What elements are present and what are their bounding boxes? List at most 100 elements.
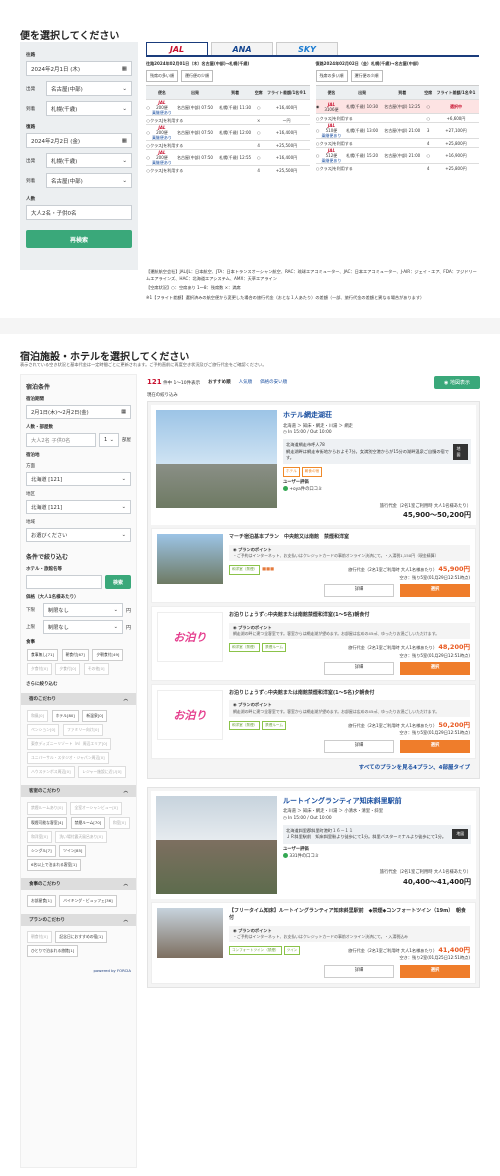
- filter-chip[interactable]: 全室オーシャンビュー[0]: [70, 802, 122, 815]
- tab-ana[interactable]: ANA: [211, 42, 273, 55]
- class-row[interactable]: ○ クラスJを利用する 4 +25,500円: [146, 140, 310, 150]
- transfer-link[interactable]: 乗継便あり: [152, 135, 172, 140]
- ret-arr-select[interactable]: 名古屋(中部) ⌄: [46, 173, 132, 188]
- sort-popular[interactable]: 人気順: [239, 379, 253, 385]
- hotel-name[interactable]: ホテル網走湖荘: [283, 410, 471, 421]
- hotel-name-input[interactable]: [26, 575, 102, 589]
- name-search-button[interactable]: 検索: [105, 575, 131, 589]
- sort-seats-button[interactable]: 残席の多い順: [146, 70, 178, 82]
- filter-chip[interactable]: ペンション[0]: [27, 724, 60, 737]
- review-count[interactable]: +oya件の口コミ: [289, 487, 322, 492]
- meal-chip[interactable]: その他[0]: [83, 663, 109, 676]
- transfer-link[interactable]: 乗継便あり: [321, 158, 341, 163]
- select-button[interactable]: 選択: [400, 661, 470, 675]
- accordion-meal[interactable]: 食事のこだわり ︿: [21, 877, 136, 890]
- hotel-people-field[interactable]: 大人2名 子供0名: [26, 433, 96, 447]
- meal-chip[interactable]: 朝食付[67]: [61, 649, 89, 662]
- filter-chip[interactable]: バイキング・ビュッフェ[36]: [59, 894, 117, 907]
- class-row[interactable]: ○ クラスJを利用する ○ +6,600円: [315, 113, 479, 123]
- sort-flights-button[interactable]: 運行便の少順: [181, 70, 213, 82]
- transfer-link[interactable]: 乗継便あり: [321, 133, 341, 138]
- meal-chip[interactable]: 夕朝食付[49]: [92, 649, 124, 662]
- filter-chip[interactable]: 喫煙可能な客室[4]: [27, 816, 67, 829]
- class-row[interactable]: ○ クラスJを利用する 4 +25,800円: [315, 138, 479, 148]
- people-field[interactable]: 大人2名・子供0名: [26, 205, 132, 220]
- filter-chip[interactable]: シングル[7]: [27, 844, 56, 857]
- filter-chip[interactable]: ハウステンボス周辺[0]: [27, 766, 75, 779]
- max-price-select[interactable]: 制限なし ⌄: [43, 620, 123, 634]
- return-date-field[interactable]: 2024年2月2日 (金) ▦: [26, 133, 132, 148]
- filter-chip[interactable]: ひとりで泊まれる旅館[1]: [27, 944, 79, 957]
- filter-chip[interactable]: 洗い場付露天風呂あり[0]: [55, 830, 107, 843]
- meal-chip[interactable]: 食事無し[71]: [27, 649, 58, 662]
- filter-chip[interactable]: ユニバーサル・スタジオ・ジャパン周辺[0]: [27, 752, 109, 765]
- flight-row[interactable]: ○ JAL 200便 乗継便あり 名古屋(中部) 07:50 札幌(千歳) 11:30 ○ +…: [146, 99, 310, 116]
- filter-chip[interactable]: 朝食付[0]: [27, 930, 52, 943]
- map-button[interactable]: 地図: [452, 829, 468, 840]
- map-button[interactable]: 地図: [452, 444, 468, 460]
- region-select[interactable]: 北海道 [121] ⌄: [26, 500, 131, 514]
- plan-title[interactable]: お泊りじょうず◇中央館または南館禁煙和洋室(1〜5名)夕朝食付: [229, 690, 470, 698]
- plan-title[interactable]: お泊りじょうず◇中央館または南館禁煙和洋室(1〜5名)朝食付: [229, 612, 470, 620]
- sort-cheapest[interactable]: 価格の安い順: [260, 379, 287, 385]
- sort-recommended[interactable]: おすすめ順: [208, 379, 231, 385]
- filter-chip[interactable]: ファミリー向け[0]: [62, 724, 103, 737]
- period-field[interactable]: 2月1日(木)〜2月2日(金) ▦: [26, 405, 131, 419]
- flight-row[interactable]: ○ JAL 200便 乗継便あり 名古屋(中部) 07:50 札幌(千歳) 12:55 ○ +…: [146, 149, 310, 166]
- detail-button[interactable]: 詳細: [324, 584, 394, 598]
- research-button[interactable]: 再検索: [26, 230, 132, 248]
- sort-seats-button[interactable]: 残席の多い順: [315, 70, 348, 82]
- filter-chip[interactable]: ホテル[80]: [51, 710, 79, 723]
- filter-chip[interactable]: 新温泉[0]: [82, 710, 108, 723]
- detail-button[interactable]: 詳細: [324, 964, 394, 978]
- meal-chip[interactable]: 夕食付[0]: [55, 663, 81, 676]
- sort-flights-button[interactable]: 運行便の少順: [350, 70, 383, 82]
- zone-select[interactable]: お選びください ⌄: [26, 528, 131, 542]
- direction-select[interactable]: 北海道 [121] ⌄: [26, 472, 131, 486]
- transfer-link[interactable]: 乗継便あり: [152, 110, 172, 115]
- filter-chip[interactable]: ツイン[85]: [59, 844, 87, 857]
- class-row[interactable]: ○ クラスJを利用する × ー円: [146, 115, 310, 125]
- accordion-plan[interactable]: プランのこだわり ︿: [21, 913, 136, 926]
- map-view-button[interactable]: ◉ 地図表示: [434, 375, 480, 389]
- all-plans-link[interactable]: すべてのプランを見る4プラン、4部屋タイプ: [151, 759, 476, 775]
- select-button[interactable]: 選択: [400, 739, 470, 753]
- hotel-name[interactable]: ルートイングランティア知床斜里駅前: [283, 796, 471, 807]
- outbound-date-field[interactable]: 2024年2月1日 (木) ▦: [26, 61, 132, 76]
- select-button[interactable]: 選択: [400, 584, 470, 598]
- flight-row[interactable]: ○ JAL 510便 乗継便あり 札幌(千歳) 13:00 名古屋(中部) 21:00 3 +…: [315, 122, 479, 139]
- accordion-inn[interactable]: 宿のこだわり ︿: [21, 693, 136, 706]
- tab-jal[interactable]: JAL: [146, 42, 208, 55]
- class-row[interactable]: ○ クラスJを利用する 4 +25,800円: [315, 163, 479, 173]
- plan-title[interactable]: マーチ宿泊基本プラン 中央館又は南館 禁煙和洋室: [229, 534, 470, 542]
- flight-row[interactable]: ○ JAL 512便 乗継便あり 札幌(千歳) 15:20 名古屋(中部) 21:00 ○ +…: [315, 147, 479, 164]
- filter-chip[interactable]: 禁煙ルームあり[0]: [27, 802, 67, 815]
- hotel-photo[interactable]: [156, 410, 277, 508]
- flight-row[interactable]: ○ JAL 200便 乗継便あり 名古屋(中部) 07:50 札幌(千歳) 12:00 ○ +…: [146, 124, 310, 141]
- out-arr-select[interactable]: 札幌(千歳) ⌄: [46, 101, 132, 116]
- select-button[interactable]: 選択: [400, 964, 470, 978]
- detail-button[interactable]: 詳細: [324, 661, 394, 675]
- class-row[interactable]: ○ クラスJを利用する 4 +25,500円: [146, 165, 310, 175]
- flight-row-selected[interactable]: ◉ JAL 3106便 札幌(千歳) 10:30 名古屋(中部) 12:25 ○ 選択中: [315, 99, 479, 114]
- rooms-select[interactable]: 1 ⌄: [99, 433, 119, 447]
- filter-chip[interactable]: レジャー施設に近い[0]: [78, 766, 126, 779]
- plan-title[interactable]: 【フリータイム知床】ルートイングランティア知床斜里駅前 ◆禁煙◆コンフォートツイ…: [229, 908, 470, 923]
- tab-sky[interactable]: SKY: [276, 42, 338, 55]
- detail-button[interactable]: 詳細: [324, 739, 394, 753]
- hotel-photo[interactable]: [156, 795, 277, 894]
- transfer-link[interactable]: 乗継便あり: [152, 160, 172, 165]
- filter-chip[interactable]: お部屋食[1]: [27, 894, 56, 907]
- review-count[interactable]: 331件の口コミ: [289, 854, 319, 859]
- filter-chip[interactable]: 記念日におすすめの宿[1]: [55, 930, 107, 943]
- filter-chip[interactable]: 和洋室[0]: [27, 830, 52, 843]
- out-dep-select[interactable]: 名古屋(中部) ⌄: [46, 81, 132, 96]
- min-price-select[interactable]: 制限なし ⌄: [43, 603, 123, 617]
- meal-chip[interactable]: 夕食付[0]: [27, 663, 52, 676]
- filter-chip[interactable]: 6名以上で泊まれる客室[1]: [27, 858, 81, 871]
- accordion-room[interactable]: 客室のこだわり ︿: [21, 785, 136, 798]
- filter-chip[interactable]: 禁煙ルーム[70]: [70, 816, 106, 829]
- filter-chip[interactable]: 和室[0]: [108, 816, 130, 829]
- ret-dep-select[interactable]: 札幌(千歳) ⌄: [46, 153, 132, 168]
- filter-chip[interactable]: 和風[0]: [27, 710, 48, 723]
